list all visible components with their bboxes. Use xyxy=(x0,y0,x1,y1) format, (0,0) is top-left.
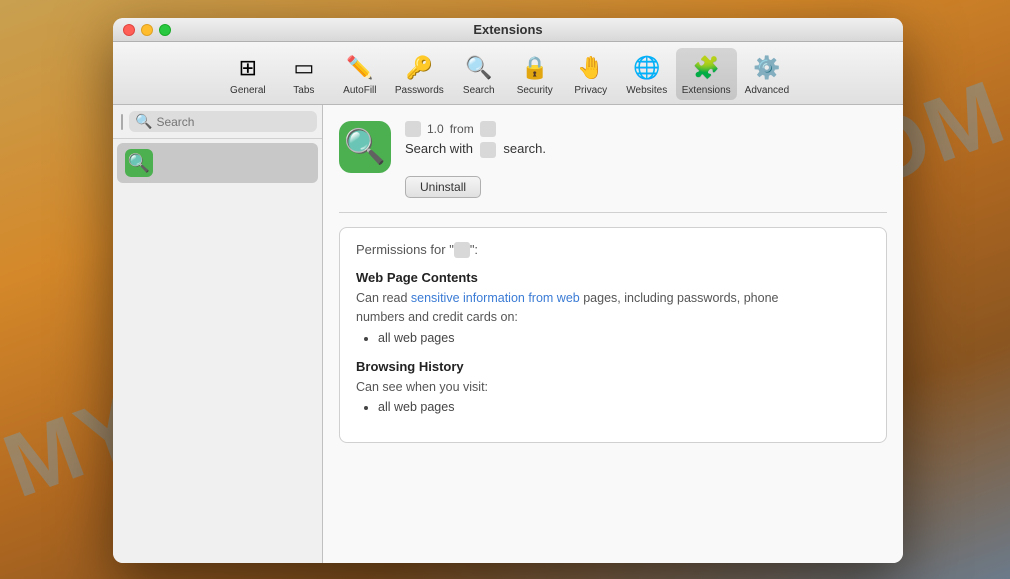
extension-title-row: ​ 1.0 from ​ xyxy=(405,121,887,137)
extension-header: 🔍 ​ 1.0 from ​ Search with ​ search. xyxy=(339,121,887,213)
permissions-name-pill: ​ xyxy=(454,242,470,258)
web-page-contents-group: Web Page Contents Can read sensitive inf… xyxy=(356,270,870,345)
extensions-label: Extensions xyxy=(682,85,731,96)
autofill-label: AutoFill xyxy=(343,85,376,96)
extension-header-info: ​ 1.0 from ​ Search with ​ search. Unins… xyxy=(405,121,887,198)
toolbar-item-search[interactable]: 🔍 Search xyxy=(452,48,506,100)
title-bar: Extensions xyxy=(113,18,903,42)
web-page-item: all web pages xyxy=(378,331,454,345)
web-page-contents-desc: Can read sensitive information from web … xyxy=(356,289,870,327)
extension-from: from xyxy=(450,122,474,136)
permissions-suffix: ": xyxy=(470,242,478,257)
toolbar-item-advanced[interactable]: ⚙️ Advanced xyxy=(739,48,795,100)
extension-list: 🔍 xyxy=(113,139,322,563)
sidebar-search-input[interactable] xyxy=(156,115,311,129)
privacy-label: Privacy xyxy=(574,85,607,96)
maximize-button[interactable] xyxy=(159,24,171,36)
window-title: Extensions xyxy=(473,22,542,37)
traffic-lights xyxy=(123,24,171,36)
uninstall-row: Uninstall xyxy=(405,166,887,198)
extension-name-pill: ​ xyxy=(405,121,421,137)
search-with-label: Search with xyxy=(405,141,473,156)
toolbar-item-security[interactable]: 🔒 Security xyxy=(508,48,562,100)
passwords-label: Passwords xyxy=(395,85,444,96)
security-label: Security xyxy=(517,85,553,96)
extension-desc-name-pill: ​ xyxy=(480,142,496,158)
permissions-prefix: Permissions for " xyxy=(356,242,454,257)
general-label: General xyxy=(230,85,266,96)
content-area: 🔍 🔍 🔍 ​ 1.0 from ​ xyxy=(113,105,903,563)
passwords-icon: 🔑 xyxy=(403,52,435,84)
browsing-history-item: all web pages xyxy=(378,400,454,414)
websites-label: Websites xyxy=(626,85,667,96)
autofill-icon: ✏️ xyxy=(344,52,376,84)
search-suffix: search. xyxy=(503,141,546,156)
general-icon: ⊞ xyxy=(232,52,264,84)
permissions-section: Permissions for "​": Web Page Contents C… xyxy=(339,227,887,444)
sidebar-toolbar: 🔍 xyxy=(113,105,322,139)
extension-icon: 🔍 xyxy=(125,149,153,177)
extensions-icon: 🧩 xyxy=(690,52,722,84)
sensitive-info-link[interactable]: sensitive information from web xyxy=(411,291,580,305)
search-icon: 🔍 xyxy=(463,52,495,84)
extension-header-icon: 🔍 xyxy=(339,121,391,173)
browsing-history-desc: Can see when you visit: xyxy=(356,378,870,397)
permissions-title: Permissions for "​": xyxy=(356,242,870,259)
list-item[interactable]: 🔍 xyxy=(117,143,318,183)
sidebar: 🔍 🔍 xyxy=(113,105,323,563)
extension-source-pill: ​ xyxy=(480,121,496,137)
advanced-label: Advanced xyxy=(745,85,789,96)
toolbar-item-passwords[interactable]: 🔑 Passwords xyxy=(389,48,450,100)
websites-icon: 🌐 xyxy=(631,52,663,84)
toolbar-item-extensions[interactable]: 🧩 Extensions xyxy=(676,48,737,100)
list-item: all web pages xyxy=(378,400,870,414)
web-page-contents-list: all web pages xyxy=(356,331,870,345)
safari-window: Extensions ⊞ General ▭ Tabs ✏️ AutoFill … xyxy=(113,18,903,563)
toolbar-item-websites[interactable]: 🌐 Websites xyxy=(620,48,674,100)
toolbar-item-autofill[interactable]: ✏️ AutoFill xyxy=(333,48,387,100)
extension-version: 1.0 xyxy=(427,122,444,136)
sidebar-search-box[interactable]: 🔍 xyxy=(129,111,317,132)
sidebar-search-icon: 🔍 xyxy=(135,113,152,130)
main-panel: 🔍 ​ 1.0 from ​ Search with ​ search. xyxy=(323,105,903,563)
toolbar-item-tabs[interactable]: ▭ Tabs xyxy=(277,48,331,100)
toolbar-item-general[interactable]: ⊞ General xyxy=(221,48,275,100)
toolbar-item-privacy[interactable]: 🤚 Privacy xyxy=(564,48,618,100)
search-label: Search xyxy=(463,85,495,96)
tabs-icon: ▭ xyxy=(288,52,320,84)
extension-description: Search with ​ search. xyxy=(405,141,887,158)
security-icon: 🔒 xyxy=(519,52,551,84)
minimize-button[interactable] xyxy=(141,24,153,36)
browsing-history-title: Browsing History xyxy=(356,359,870,374)
web-page-contents-title: Web Page Contents xyxy=(356,270,870,285)
toolbar: ⊞ General ▭ Tabs ✏️ AutoFill 🔑 Passwords… xyxy=(113,42,903,105)
list-item: all web pages xyxy=(378,331,870,345)
browsing-history-list: all web pages xyxy=(356,400,870,414)
browsing-history-group: Browsing History Can see when you visit:… xyxy=(356,359,870,415)
close-button[interactable] xyxy=(123,24,135,36)
can-read-label: Can read xyxy=(356,291,411,305)
advanced-icon: ⚙️ xyxy=(751,52,783,84)
uninstall-button[interactable]: Uninstall xyxy=(405,176,481,198)
tabs-label: Tabs xyxy=(293,85,314,96)
privacy-icon: 🤚 xyxy=(575,52,607,84)
enable-all-checkbox[interactable] xyxy=(121,114,123,130)
